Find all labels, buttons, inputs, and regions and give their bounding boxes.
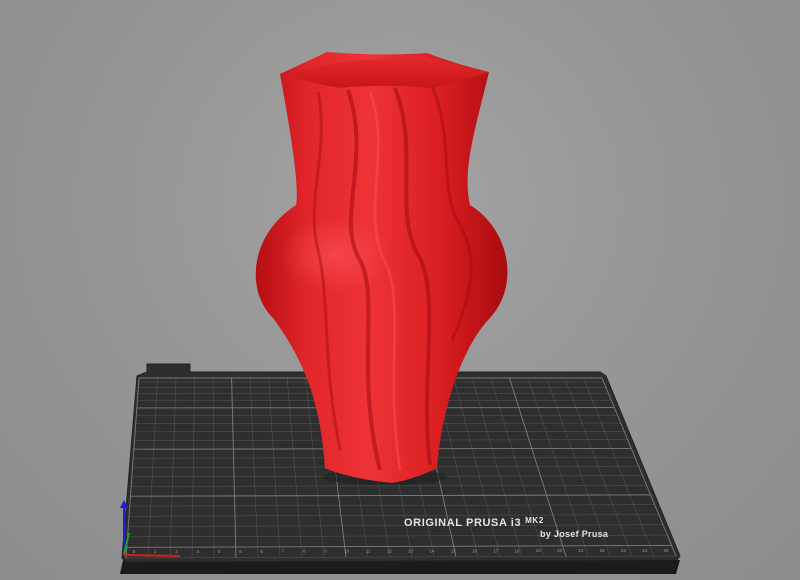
- bed-brand-text: ORIGINAL PRUSA i3: [404, 517, 522, 529]
- bed-tick-label: 25: [663, 548, 669, 553]
- bed-tick-label: 22: [600, 548, 606, 553]
- bed-tick-label: 18: [515, 548, 521, 553]
- bed-tick-label: 17: [493, 548, 499, 553]
- bed-tick-label: 12: [387, 549, 393, 554]
- bed-brand-label: ORIGINAL PRUSA i3 MK2: [404, 516, 544, 529]
- bed-tick-label: 20: [557, 548, 563, 553]
- bed-tick-label: 24: [642, 548, 648, 553]
- bed-tick-label: 23: [621, 548, 627, 553]
- scene-canvas[interactable]: 0 1 2 3 4 5 6 7 8 9 10 11 12 13 14 15 16 17 18 19 20 21 22 23 24…: [0, 0, 800, 580]
- bed-tick-label: 11: [366, 549, 371, 554]
- bed-tick-label: 15: [451, 548, 457, 553]
- bed-tick-label: 10: [344, 549, 350, 554]
- bed-tick-label: 16: [472, 548, 478, 553]
- bed-tick-label: 21: [578, 548, 584, 553]
- bed-tick-label: 19: [536, 548, 542, 553]
- bed-model-text: MK2: [525, 516, 544, 525]
- bed-tick-label: 13: [408, 548, 414, 553]
- x-axis: [123, 554, 181, 557]
- vase-highlight: [280, 217, 390, 293]
- bed-maker-label: by Josef Prusa: [540, 529, 609, 539]
- bed-tick-label: 14: [429, 548, 435, 553]
- 3d-viewport[interactable]: 0 1 2 3 4 5 6 7 8 9 10 11 12 13 14 15 16 17 18 19 20 21 22 23 24…: [0, 0, 800, 580]
